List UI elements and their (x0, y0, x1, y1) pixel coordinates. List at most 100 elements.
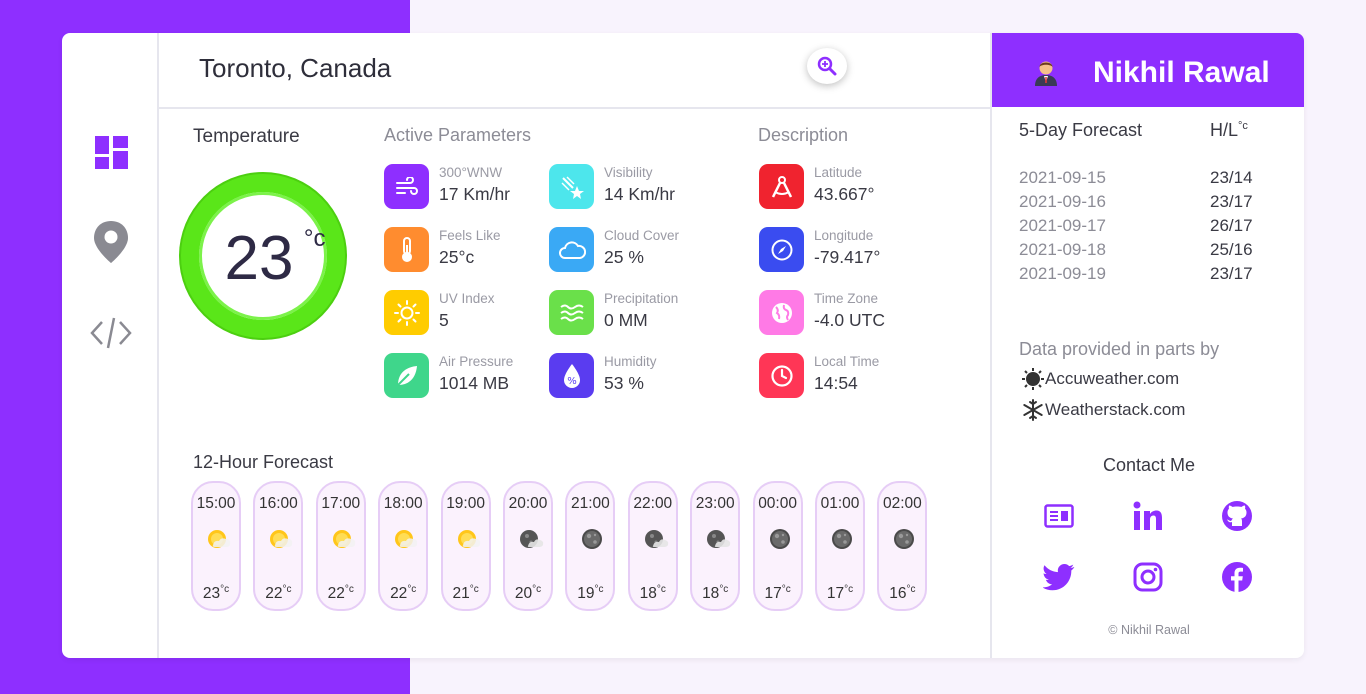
twitter-icon (1043, 564, 1075, 591)
github-link[interactable] (1218, 497, 1256, 535)
cloud-icon (549, 227, 594, 272)
facebook-link[interactable] (1218, 558, 1256, 596)
provider-accuweather[interactable]: Accuweather.com (1021, 367, 1179, 391)
hourly-card: 02:00 16°c (877, 481, 928, 611)
hourly-card: 20:00 20°c (503, 481, 553, 611)
hourly-card: 22:00 18°c (627, 481, 678, 611)
dashboard-icon[interactable] (90, 131, 132, 173)
desc-label: Latitude (814, 165, 863, 180)
hourly-card: 21:00 19°c (565, 481, 616, 611)
provider-weatherstack[interactable]: Weatherstack.com (1021, 398, 1185, 422)
temperature-gauge: 23 °c (181, 174, 345, 338)
temperature-label: Temperature (193, 126, 300, 147)
profile-header: Nikhil Rawal (992, 33, 1304, 107)
hour-temp-unit: °c (844, 584, 854, 595)
hour-time: 02:00 (882, 495, 922, 512)
hour-temp: 20°c (505, 584, 551, 603)
desc-value: -79.417° (814, 247, 881, 267)
hourly-card: 17:00 22°c (315, 481, 366, 611)
param-humidity: % Humidity 53 % (549, 353, 719, 399)
param-label: 300°WNW (439, 165, 503, 180)
provider-name: Accuweather.com (1045, 369, 1180, 388)
param-label: Visibility (604, 165, 653, 180)
resume-link[interactable] (1040, 497, 1078, 535)
hour-time: 21:00 (570, 495, 610, 512)
sun-cloud-icon (329, 525, 357, 553)
facebook-icon (1222, 562, 1252, 592)
param-value: 5 (439, 310, 449, 330)
hourly-card: 00:00 17°c (752, 481, 803, 611)
hour-temp: 22°c (380, 584, 426, 603)
param-label: UV Index (439, 291, 495, 306)
moon-icon (828, 525, 856, 553)
hour-time: 17:00 (321, 495, 361, 512)
param-uv-index: UV Index 5 (384, 290, 554, 336)
contact-title: Contact Me (1102, 455, 1196, 475)
desc-longitude: Longitude -79.417° (759, 227, 929, 273)
hour-time: 01:00 (820, 495, 860, 512)
location-pin-icon[interactable] (90, 221, 132, 263)
waves-icon (549, 290, 594, 335)
linkedin-link[interactable] (1129, 497, 1167, 535)
param-value: 0 MM (604, 310, 648, 330)
hourly-card: 23:00 18°c (690, 481, 741, 611)
code-icon[interactable] (90, 312, 132, 354)
hour-temp-unit: °c (282, 584, 292, 595)
param-label: Humidity (604, 354, 657, 369)
hourly-forecast-title: 12-Hour Forecast (193, 452, 334, 472)
humidity-drop-icon: % (549, 353, 594, 398)
snowflake-icon (1023, 399, 1043, 421)
globe-icon (759, 290, 804, 335)
param-value: 17 Km/hr (439, 184, 510, 204)
search-button[interactable] (807, 48, 847, 84)
hour-temp-value: 23 (202, 585, 221, 603)
hour-temp-value: 17 (764, 585, 782, 603)
description-title: Description (758, 125, 849, 145)
twitter-link[interactable] (1040, 558, 1078, 596)
param-value: 25°c (439, 247, 475, 267)
hour-time: 15:00 (196, 495, 236, 512)
hour-temp-unit: °c (594, 584, 604, 595)
sun-gear-icon (1022, 368, 1044, 390)
forecast-row: 2021-09-19 23/17 (1019, 264, 1259, 286)
desc-label: Local Time (814, 354, 880, 369)
right-panel: Nikhil Rawal 5-Day Forecast H/L°c 2021-0… (990, 33, 1304, 658)
forecast-hl: 23/17 (1210, 192, 1253, 211)
providers-title: Data provided in parts by (1019, 339, 1220, 359)
desc-latitude: Latitude 43.667° (759, 164, 929, 210)
forecast-row: 2021-09-18 25/16 (1019, 240, 1259, 262)
moon-icon (766, 525, 794, 553)
hour-temp-value: 22 (390, 585, 408, 603)
hour-time: 00:00 (758, 495, 797, 512)
hour-temp-unit: °c (781, 584, 791, 595)
desc-value: 43.667° (814, 184, 875, 204)
header: Toronto, Canada (158, 33, 990, 109)
hour-temp-unit: °c (220, 584, 230, 595)
forecast-row: 2021-09-17 26/17 (1019, 216, 1259, 238)
hour-temp: 18°c (692, 584, 738, 603)
param-label: Precipitation (604, 291, 679, 306)
five-day-forecast-title: 5-Day Forecast (1019, 120, 1143, 140)
hour-time: 16:00 (258, 495, 298, 512)
clock-icon (759, 353, 804, 398)
desc-time-zone: Time Zone -4.0 UTC (759, 290, 929, 336)
forecast-date: 2021-09-19 (1019, 264, 1106, 283)
avatar-icon (1033, 58, 1059, 86)
hour-temp: 18°c (630, 584, 676, 603)
forecast-row: 2021-09-15 23/14 (1019, 168, 1259, 190)
param-precipitation: Precipitation 0 MM (549, 290, 719, 336)
city-name: Toronto, Canada (199, 53, 392, 83)
hl-label: H/L (1210, 120, 1239, 140)
param-label: Air Pressure (439, 354, 514, 369)
leaf-icon (384, 353, 429, 398)
param-value: 25 % (604, 247, 644, 267)
instagram-link[interactable] (1129, 558, 1167, 596)
hour-time: 23:00 (695, 495, 735, 512)
forecast-hl: 25/16 (1210, 240, 1253, 259)
meteor-icon (549, 164, 594, 209)
sidebar (62, 33, 159, 658)
hourly-card: 18:00 22°c (378, 481, 429, 611)
forecast-date: 2021-09-17 (1019, 216, 1106, 235)
desc-local-time: Local Time 14:54 (759, 353, 929, 399)
param-air-pressure: Air Pressure 1014 MB (384, 353, 554, 399)
